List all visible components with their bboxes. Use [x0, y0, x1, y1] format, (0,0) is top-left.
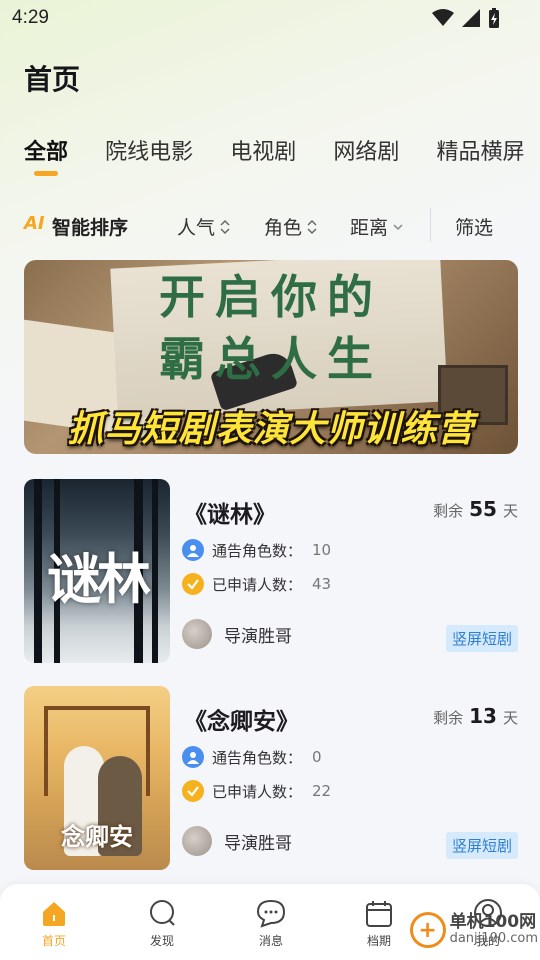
page-title: 首页	[24, 63, 81, 96]
director-name: 导演胜哥	[224, 626, 292, 647]
battery-icon	[489, 8, 499, 28]
applied-count: 22	[312, 782, 332, 800]
signal-icon	[462, 9, 480, 27]
user-icon	[182, 539, 204, 561]
search-icon	[150, 900, 175, 926]
remaining-days-value: 55	[469, 497, 497, 521]
status-time: 4:29	[12, 7, 49, 28]
tab-theatrical-film[interactable]: 院线电影	[105, 136, 193, 180]
project-card[interactable]: 念卿安 《念卿安》 剩余 13 天 通告角色数： 0 已申请人数： 22 导演胜…	[24, 686, 518, 870]
filter-button[interactable]: 筛选	[455, 213, 493, 240]
days-unit: 天	[502, 709, 518, 727]
status-icons	[432, 8, 500, 28]
watermark-logo-icon: +	[409, 912, 446, 948]
sort-updown-icon	[307, 219, 317, 234]
tabbar-home-label: 首页	[41, 934, 66, 948]
divider	[430, 208, 431, 242]
ai-badge: AI	[24, 213, 45, 234]
director-row[interactable]: 导演胜哥	[182, 619, 292, 649]
chat-icon	[256, 899, 286, 928]
remaining-days-value: 13	[469, 704, 497, 728]
tab-premium-landscape[interactable]: 精品横屏	[436, 136, 524, 180]
tabbar-schedule[interactable]: 档期	[344, 898, 414, 949]
watermark-brand: 单机100网	[449, 912, 537, 933]
watermark: + 单机100网 danji100.com	[409, 912, 538, 948]
sort-distance-label: 距离	[350, 217, 389, 239]
roles-count: 0	[312, 748, 322, 766]
tabbar-discover[interactable]: 发现	[127, 898, 197, 949]
avatar	[182, 826, 212, 856]
check-icon	[182, 780, 204, 802]
banner-title-line2: 霸总人生	[159, 332, 383, 386]
chevron-down-icon	[393, 223, 403, 230]
project-title[interactable]: 《谜林》	[184, 495, 276, 529]
roles-count: 10	[312, 541, 332, 559]
applied-count-row: 已申请人数： 43	[182, 573, 331, 595]
sort-bar: AI 智能排序 人气 角色 距离 筛选	[0, 204, 540, 246]
sort-popularity-label: 人气	[177, 217, 216, 239]
project-card[interactable]: 谜林 《谜林》 剩余 55 天 通告角色数： 10 已申请人数： 43 导演胜哥…	[24, 479, 518, 663]
remaining-days: 剩余 55 天	[433, 497, 518, 521]
remaining-label: 剩余	[433, 709, 464, 727]
director-name: 导演胜哥	[224, 833, 292, 854]
poster-title: 念卿安	[61, 822, 133, 851]
smart-sort-button[interactable]: 智能排序	[52, 213, 128, 240]
avatar	[182, 619, 212, 649]
banner-title-line1: 开启你的	[159, 270, 383, 324]
director-row[interactable]: 导演胜哥	[182, 826, 292, 856]
status-bar: 4:29	[0, 0, 540, 36]
tabbar-messages[interactable]: 消息	[236, 898, 306, 949]
tab-web-series[interactable]: 网络剧	[333, 136, 399, 180]
user-icon	[182, 746, 204, 768]
sort-role[interactable]: 角色	[264, 213, 317, 240]
sort-popularity[interactable]: 人气	[177, 213, 230, 240]
days-unit: 天	[502, 502, 518, 520]
remaining-days: 剩余 13 天	[433, 704, 518, 728]
category-tabs: 全部 院线电影 电视剧 网络剧 精品横屏	[24, 136, 540, 186]
banner-subtitle: 抓马短剧表演大师训练营	[67, 409, 475, 450]
poster-title: 谜林	[47, 547, 151, 611]
tabbar-messages-label: 消息	[258, 934, 283, 948]
promo-banner[interactable]: 开启你的 霸总人生 抓马短剧表演大师训练营	[24, 260, 518, 454]
roles-label: 通告角色数：	[212, 541, 303, 560]
applied-label: 已申请人数：	[212, 575, 303, 594]
project-poster[interactable]: 念卿安	[24, 686, 170, 870]
project-poster[interactable]: 谜林	[24, 479, 170, 663]
sort-distance[interactable]: 距离	[350, 213, 403, 240]
tabbar-schedule-label: 档期	[366, 934, 391, 948]
genre-tag: 竖屏短剧	[445, 625, 518, 652]
tabbar-home[interactable]: 首页	[19, 898, 89, 949]
watermark-url: danji100.com	[449, 931, 538, 947]
project-title[interactable]: 《念卿安》	[184, 702, 299, 736]
tab-tv-series[interactable]: 电视剧	[230, 136, 296, 180]
calendar-icon	[366, 901, 392, 927]
sort-role-label: 角色	[264, 217, 303, 239]
genre-tag: 竖屏短剧	[445, 832, 518, 859]
banner-title: 开启你的 霸总人生	[24, 266, 518, 390]
roles-count-row: 通告角色数： 0	[182, 746, 322, 768]
roles-label: 通告角色数：	[212, 748, 303, 767]
remaining-label: 剩余	[433, 502, 464, 520]
applied-count-row: 已申请人数： 22	[182, 780, 331, 802]
check-icon	[182, 573, 204, 595]
sort-updown-icon	[220, 219, 230, 234]
roles-count-row: 通告角色数： 10	[182, 539, 331, 561]
tab-all[interactable]: 全部	[24, 136, 68, 180]
applied-count: 43	[312, 575, 332, 593]
wifi-icon	[432, 9, 454, 26]
home-icon	[43, 902, 65, 926]
tabbar-discover-label: 发现	[149, 934, 174, 948]
applied-label: 已申请人数：	[212, 782, 303, 801]
